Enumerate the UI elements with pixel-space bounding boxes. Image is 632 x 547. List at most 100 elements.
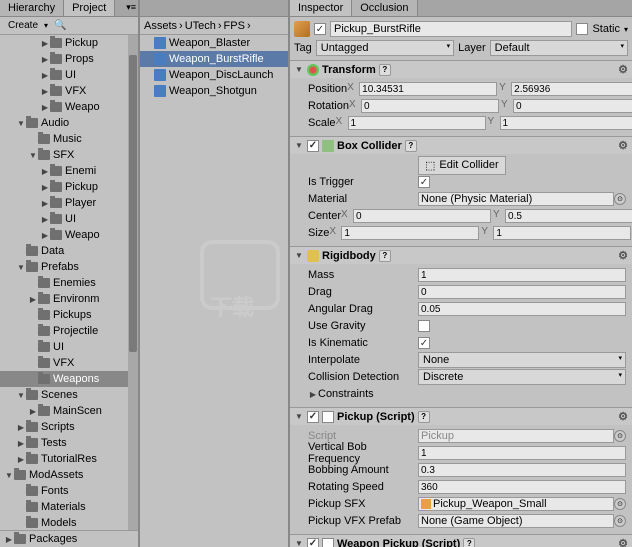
foldout-icon[interactable]	[28, 278, 38, 288]
asset-item[interactable]: Weapon_Shotgun	[140, 83, 288, 99]
drag-input[interactable]	[418, 285, 626, 299]
foldout-icon[interactable]: ▼	[294, 65, 304, 75]
breadcrumb-item[interactable]: FPS	[224, 20, 245, 32]
position-y-input[interactable]	[511, 82, 632, 96]
vfx-field[interactable]: None (Game Object)	[418, 514, 614, 528]
foldout-icon[interactable]: ▶	[40, 102, 50, 112]
collision-dropdown[interactable]: Discrete	[418, 369, 626, 385]
foldout-icon[interactable]: ▶	[16, 454, 26, 464]
center-y-input[interactable]	[505, 209, 632, 223]
static-checkbox[interactable]	[576, 23, 588, 35]
foldout-icon[interactable]	[16, 486, 26, 496]
help-icon[interactable]: ?	[379, 64, 391, 76]
foldout-icon[interactable]	[16, 246, 26, 256]
tree-item[interactable]: Music	[0, 131, 138, 147]
tree-item[interactable]: ▶Pickup	[0, 35, 138, 51]
object-picker-icon[interactable]: ⊙	[614, 515, 626, 527]
foldout-icon[interactable]: ▶	[40, 38, 50, 48]
gear-icon[interactable]: ⚙	[618, 63, 628, 76]
interpolate-dropdown[interactable]: None	[418, 352, 626, 368]
tree-item[interactable]: ▼SFX	[0, 147, 138, 163]
help-icon[interactable]: ?	[405, 140, 417, 152]
gear-icon[interactable]: ⚙	[618, 537, 628, 547]
project-tab[interactable]: Project	[64, 0, 115, 16]
breadcrumb-item[interactable]: Assets	[144, 20, 177, 32]
tree-item[interactable]: Projectile	[0, 323, 138, 339]
gear-icon[interactable]: ⚙	[618, 249, 628, 262]
static-dropdown-icon[interactable]: ▾	[624, 25, 628, 34]
tree-item[interactable]: UI	[0, 339, 138, 355]
rotation-x-input[interactable]	[361, 99, 499, 113]
foldout-icon[interactable]: ▶	[40, 166, 50, 176]
tree-item[interactable]: Models	[0, 515, 138, 530]
tree-item[interactable]: Weapons	[0, 371, 138, 387]
bob-input[interactable]	[418, 463, 626, 477]
breadcrumb[interactable]: Assets› UTech› FPS›	[140, 17, 288, 35]
size-y-input[interactable]	[493, 226, 631, 240]
foldout-icon[interactable]: ▼	[4, 470, 14, 480]
foldout-icon[interactable]: ▶	[308, 389, 318, 399]
object-picker-icon[interactable]: ⊙	[614, 193, 626, 205]
foldout-icon[interactable]	[16, 502, 26, 512]
asset-item[interactable]: Weapon_Blaster	[140, 35, 288, 51]
component-enable-checkbox[interactable]	[307, 140, 319, 152]
foldout-icon[interactable]	[28, 342, 38, 352]
tree-item[interactable]: Data	[0, 243, 138, 259]
angdrag-input[interactable]	[418, 302, 626, 316]
foldout-icon[interactable]: ▶	[40, 54, 50, 64]
tree-item[interactable]: Materials	[0, 499, 138, 515]
material-field[interactable]: None (Physic Material)	[418, 192, 614, 206]
foldout-icon[interactable]: ▼	[294, 251, 304, 261]
tree-item[interactable]: ▶UI	[0, 211, 138, 227]
tree-item[interactable]: Enemies	[0, 275, 138, 291]
tree-item[interactable]: ▶VFX	[0, 83, 138, 99]
tree-item[interactable]: ▼Prefabs	[0, 259, 138, 275]
tag-dropdown[interactable]: Untagged	[316, 40, 454, 56]
edit-collider-button[interactable]: ⬚Edit Collider	[418, 156, 506, 175]
tree-item[interactable]: ▶Scripts	[0, 419, 138, 435]
tree-item[interactable]: ▶Tests	[0, 435, 138, 451]
tree-item[interactable]: ▶Environm	[0, 291, 138, 307]
foldout-icon[interactable]: ▶	[40, 230, 50, 240]
object-picker-icon[interactable]: ⊙	[614, 498, 626, 510]
rotation-y-input[interactable]	[513, 99, 632, 113]
foldout-icon[interactable]: ▼	[16, 390, 26, 400]
tree-item[interactable]: ▼Audio	[0, 115, 138, 131]
asset-list[interactable]: Weapon_BlasterWeapon_BurstRifleWeapon_Di…	[140, 35, 288, 99]
tree-item[interactable]: ▶UI	[0, 67, 138, 83]
foldout-icon[interactable]	[28, 358, 38, 368]
foldout-icon[interactable]: ▶	[16, 422, 26, 432]
panel-menu-icon[interactable]: ▾≡	[124, 0, 138, 16]
foldout-icon[interactable]: ▶	[40, 86, 50, 96]
create-button[interactable]: Create	[4, 19, 42, 32]
foldout-icon[interactable]: ▼	[16, 118, 26, 128]
usegravity-checkbox[interactable]	[418, 320, 430, 332]
foldout-icon[interactable]	[28, 134, 38, 144]
iskinematic-checkbox[interactable]	[418, 337, 430, 349]
foldout-icon[interactable]	[28, 374, 38, 384]
tree-item[interactable]: ▶Weapo	[0, 227, 138, 243]
component-enable-checkbox[interactable]	[307, 538, 319, 547]
foldout-icon[interactable]: ▼	[294, 412, 304, 422]
scrollbar[interactable]	[128, 35, 138, 530]
breadcrumb-item[interactable]: UTech	[185, 20, 216, 32]
layer-dropdown[interactable]: Default	[490, 40, 628, 56]
component-enable-checkbox[interactable]	[307, 411, 319, 423]
foldout-icon[interactable]: ▶	[40, 182, 50, 192]
foldout-icon[interactable]: ▶	[40, 214, 50, 224]
foldout-icon[interactable]: ▼	[16, 262, 26, 272]
center-x-input[interactable]	[353, 209, 491, 223]
tree-item[interactable]: Fonts	[0, 483, 138, 499]
scale-x-input[interactable]	[348, 116, 486, 130]
hierarchy-tab[interactable]: Hierarchy	[0, 0, 64, 16]
active-checkbox[interactable]	[314, 23, 326, 35]
occlusion-tab[interactable]: Occlusion	[352, 0, 417, 16]
sfx-field[interactable]: Pickup_Weapon_Small	[418, 497, 614, 511]
packages-row[interactable]: ▶ Packages	[0, 530, 138, 547]
foldout-icon[interactable]: ▼	[294, 539, 304, 547]
object-picker-icon[interactable]: ⊙	[614, 430, 626, 442]
foldout-icon[interactable]: ▶	[40, 198, 50, 208]
help-icon[interactable]: ?	[379, 250, 391, 262]
tree-item[interactable]: ▶Props	[0, 51, 138, 67]
tree-item[interactable]: ▶Pickup	[0, 179, 138, 195]
